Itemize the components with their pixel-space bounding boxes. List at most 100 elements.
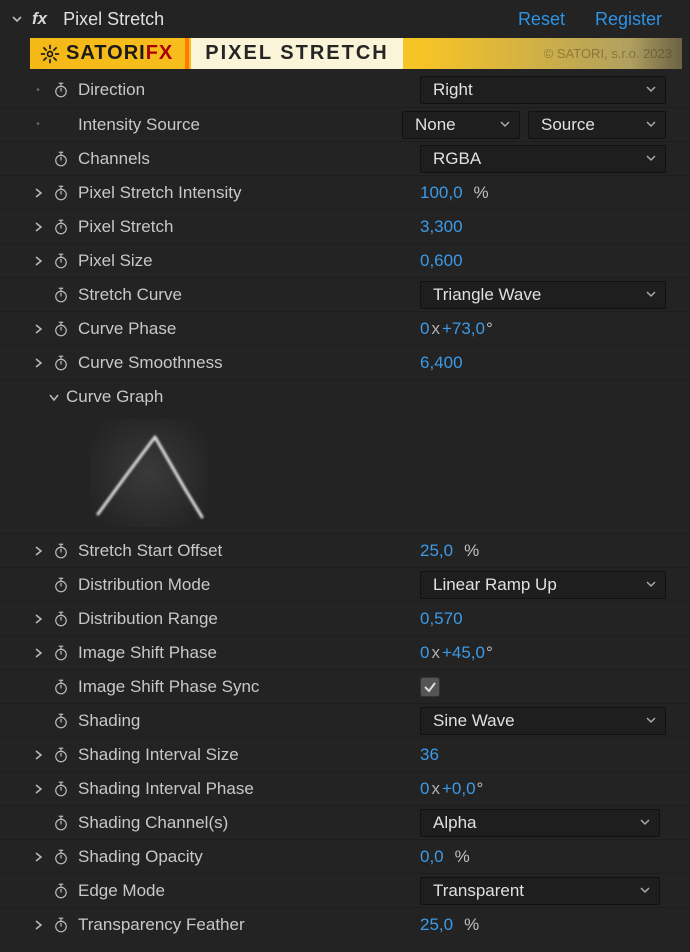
pixel-stretch-value[interactable]: 3,300: [420, 217, 463, 237]
channels-select[interactable]: RGBA: [420, 145, 666, 173]
param-row-pixel-size: Pixel Size 0,600: [0, 243, 690, 277]
select-value: Triangle Wave: [433, 285, 541, 305]
stopwatch-icon[interactable]: [50, 846, 72, 868]
stopwatch-icon[interactable]: [50, 710, 72, 732]
stopwatch-icon[interactable]: [50, 318, 72, 340]
param-label: Transparency Feather: [78, 915, 245, 935]
stopwatch-icon[interactable]: [50, 778, 72, 800]
param-label: Curve Smoothness: [78, 353, 223, 373]
twirl-right-icon[interactable]: [30, 648, 46, 658]
param-label: Distribution Range: [78, 609, 218, 629]
chevron-down-icon: [645, 115, 657, 135]
param-label: Stretch Start Offset: [78, 541, 222, 561]
stopwatch-icon[interactable]: [50, 79, 72, 101]
twirl-right-icon[interactable]: [30, 614, 46, 624]
brand-logo: SATORIFX: [30, 42, 183, 65]
stopwatch-icon[interactable]: [50, 182, 72, 204]
banner-divider: [185, 38, 189, 69]
param-row-shading-interval-phase: Shading Interval Phase 0x+0,0°: [0, 771, 690, 805]
intensity-source-layer-select[interactable]: None: [402, 111, 520, 139]
param-label: Shading Interval Size: [78, 745, 239, 765]
param-label: Shading: [78, 711, 140, 731]
register-button[interactable]: Register: [595, 9, 662, 30]
stopwatch-icon[interactable]: [50, 744, 72, 766]
twirl-right-icon[interactable]: [30, 750, 46, 760]
unit: %: [464, 541, 479, 561]
param-label: Pixel Stretch: [78, 217, 173, 237]
param-row-shading: Shading Sine Wave: [0, 703, 690, 737]
stopwatch-icon[interactable]: [50, 284, 72, 306]
shading-channels-select[interactable]: Alpha: [420, 809, 660, 837]
twirl-right-icon[interactable]: [30, 784, 46, 794]
param-label: Channels: [78, 149, 150, 169]
shading-select[interactable]: Sine Wave: [420, 707, 666, 735]
select-value: Source: [541, 115, 595, 135]
stopwatch-icon[interactable]: [50, 642, 72, 664]
select-value: Linear Ramp Up: [433, 575, 557, 595]
twirl-down-icon[interactable]: [46, 392, 62, 402]
distribution-mode-select[interactable]: Linear Ramp Up: [420, 571, 666, 599]
stopwatch-icon[interactable]: [50, 914, 72, 936]
stretch-start-offset-value[interactable]: 25,0: [420, 541, 453, 561]
distribution-range-value[interactable]: 0,570: [420, 609, 463, 629]
stopwatch-icon[interactable]: [50, 352, 72, 374]
stopwatch-icon[interactable]: [50, 250, 72, 272]
unit: %: [455, 847, 470, 867]
shading-interval-size-value[interactable]: 36: [420, 745, 439, 765]
shading-opacity-value[interactable]: 0,0: [420, 847, 444, 867]
stopwatch-icon[interactable]: [50, 812, 72, 834]
select-value: Transparent: [433, 881, 524, 901]
twirl-right-icon[interactable]: [30, 324, 46, 334]
param-label: Shading Interval Phase: [78, 779, 254, 799]
intensity-value[interactable]: 100,0: [420, 183, 463, 203]
param-row-shading-interval-size: Shading Interval Size 36: [0, 737, 690, 771]
param-label: Intensity Source: [78, 115, 200, 135]
twirl-right-icon[interactable]: [30, 852, 46, 862]
param-label: Pixel Size: [78, 251, 153, 271]
stopwatch-icon[interactable]: [50, 216, 72, 238]
transparency-feather-value[interactable]: 25,0: [420, 915, 453, 935]
image-shift-phase-value[interactable]: 0x+45,0°: [420, 643, 493, 663]
twirl-right-icon[interactable]: [30, 358, 46, 368]
chevron-down-icon: [645, 575, 657, 595]
chevron-down-icon: [499, 115, 511, 135]
effect-header: fx Pixel Stretch Reset Register: [0, 0, 690, 38]
param-row-shading-opacity: Shading Opacity 0,0%: [0, 839, 690, 873]
curve-phase-value[interactable]: 0x+73,0°: [420, 319, 493, 339]
curve-graph-area: [0, 413, 690, 533]
edge-mode-select[interactable]: Transparent: [420, 877, 660, 905]
chevron-down-icon: [639, 813, 651, 833]
stopwatch-icon[interactable]: [50, 540, 72, 562]
reset-button[interactable]: Reset: [518, 9, 565, 30]
twirl-right-icon[interactable]: [30, 920, 46, 930]
stopwatch-icon[interactable]: [50, 608, 72, 630]
twirl-right-icon[interactable]: [30, 546, 46, 556]
product-name: PIXEL STRETCH: [191, 38, 402, 69]
twirl-right-icon[interactable]: [30, 256, 46, 266]
intensity-source-stream-select[interactable]: Source: [528, 111, 666, 139]
twirl-right-icon[interactable]: [30, 188, 46, 198]
collapse-effect-icon[interactable]: [10, 12, 24, 26]
param-row-distribution-mode: Distribution Mode Linear Ramp Up: [0, 567, 690, 601]
param-row-curve-phase: Curve Phase 0x+73,0°: [0, 311, 690, 345]
direction-select[interactable]: Right: [420, 76, 666, 104]
curve-smoothness-value[interactable]: 6,400: [420, 353, 463, 373]
brand-text-b: FX: [146, 42, 174, 64]
unit: %: [474, 183, 489, 203]
param-row-stretch-start-offset: Stretch Start Offset 25,0%: [0, 533, 690, 567]
stretch-curve-select[interactable]: Triangle Wave: [420, 281, 666, 309]
shading-interval-phase-value[interactable]: 0x+0,0°: [420, 779, 483, 799]
effect-title[interactable]: Pixel Stretch: [63, 9, 164, 30]
twirl-right-icon[interactable]: [30, 222, 46, 232]
param-row-intensity-source: • Intensity Source None Source: [0, 107, 690, 141]
stopwatch-icon[interactable]: [50, 676, 72, 698]
param-row-image-shift-phase-sync: Image Shift Phase Sync: [0, 669, 690, 703]
pixel-size-value[interactable]: 0,600: [420, 251, 463, 271]
starburst-icon: [40, 44, 60, 64]
stopwatch-icon[interactable]: [50, 574, 72, 596]
stopwatch-icon[interactable]: [50, 880, 72, 902]
image-shift-phase-sync-checkbox[interactable]: [420, 677, 440, 697]
fx-badge[interactable]: fx: [32, 9, 47, 29]
param-row-image-shift-phase: Image Shift Phase 0x+45,0°: [0, 635, 690, 669]
stopwatch-icon[interactable]: [50, 148, 72, 170]
